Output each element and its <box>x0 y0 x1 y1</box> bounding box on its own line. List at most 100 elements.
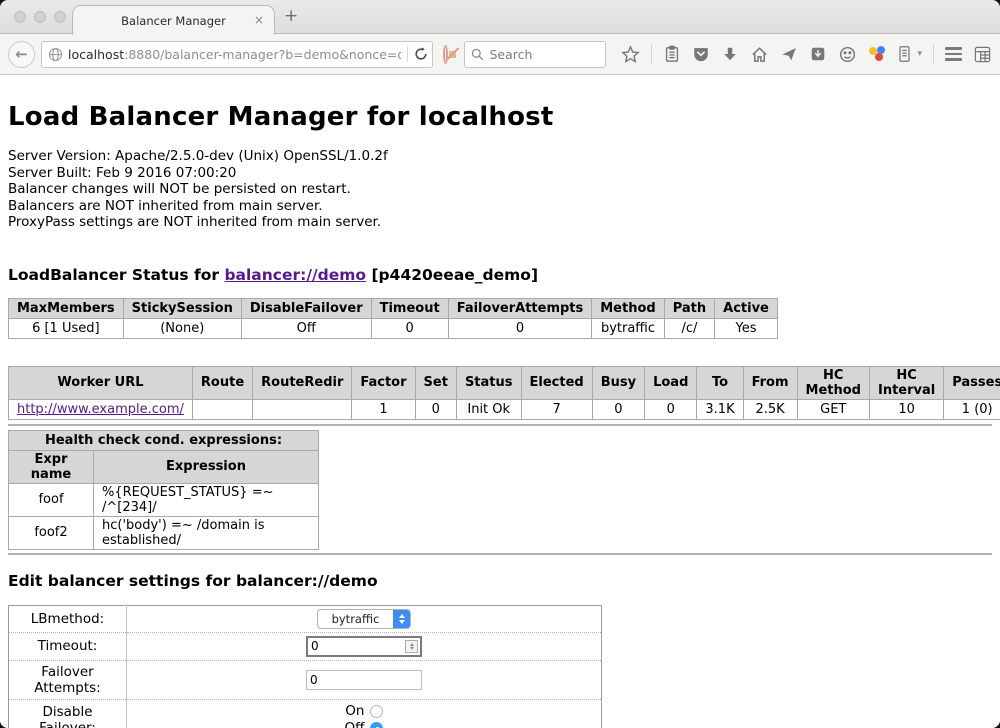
cell-expression: hc('body') =~ /domain is established/ <box>94 516 319 549</box>
col-method: Method <box>592 298 664 318</box>
cell-routeredir <box>253 399 352 419</box>
cell-stickysession: (None) <box>123 318 241 338</box>
timeout-input[interactable] <box>308 639 405 653</box>
disable-failover-off-radio[interactable] <box>370 722 383 728</box>
proxypass-notice-line: ProxyPass settings are NOT inherited fro… <box>8 214 992 231</box>
close-tab-icon[interactable]: × <box>254 13 264 27</box>
col-failoverattempts: FailoverAttempts <box>448 298 592 318</box>
worker-url-link[interactable]: http://www.example.com/ <box>17 402 184 417</box>
lbmethod-row: LBmethod: bytraffic <box>9 605 602 632</box>
server-built-line: Server Built: Feb 9 2016 07:00:20 <box>8 165 992 182</box>
browser-window: Balancer Manager × + ← localhost:8880/ba… <box>0 0 1000 728</box>
url-bar[interactable]: localhost:8880/balancer-manager?b=demo&n… <box>41 41 433 68</box>
status-heading-suffix: [p4420eeae_demo] <box>366 266 538 284</box>
forget-smiley-icon[interactable] <box>838 45 857 64</box>
window-controls <box>14 11 66 23</box>
bookmarks-menu-icon[interactable] <box>663 45 681 63</box>
chevron-down-icon[interactable]: ▾ <box>917 49 922 59</box>
edit-balancer-heading: Edit balancer settings for balancer://de… <box>8 572 992 590</box>
timeout-row: Timeout: <box>9 632 602 660</box>
persist-notice-line: Balancer changes will NOT be persisted o… <box>8 181 992 198</box>
server-version-line: Server Version: Apache/2.5.0-dev (Unix) … <box>8 148 992 165</box>
loadbalancer-status-heading: LoadBalancer Status for balancer://demo … <box>8 266 992 284</box>
balancer-status-table: MaxMembers StickySession DisableFailover… <box>8 298 778 339</box>
content-blocked-icon[interactable] <box>443 45 448 64</box>
zoom-window-button[interactable] <box>54 11 66 23</box>
status-heading-prefix: LoadBalancer Status for <box>8 266 224 284</box>
col-disablefailover: DisableFailover <box>241 298 371 318</box>
back-button[interactable]: ← <box>8 41 35 68</box>
table-header-row: MaxMembers StickySession DisableFailover… <box>9 298 778 318</box>
cell-status: Init Ok <box>456 399 521 419</box>
lbmethod-selected-value: bytraffic <box>318 610 393 628</box>
table-row: 6 [1 Used] (None) Off 0 0 bytraffic /c/ … <box>9 318 778 338</box>
tab-title: Balancer Manager <box>121 14 226 28</box>
url-text[interactable]: localhost:8880/balancer-manager?b=demo&n… <box>68 47 401 62</box>
table-row: foof2 hc('body') =~ /domain is establish… <box>9 516 319 549</box>
failover-attempts-input[interactable] <box>306 670 422 690</box>
tab-bar: Balancer Manager × + <box>0 0 1000 34</box>
new-tab-button[interactable]: + <box>284 6 298 26</box>
tab-balancer-manager[interactable]: Balancer Manager × <box>72 5 275 35</box>
menu-hamburger-icon[interactable] <box>945 47 962 61</box>
col-stickysession: StickySession <box>123 298 241 318</box>
send-tab-icon[interactable] <box>780 45 798 63</box>
navigation-toolbar: ← localhost:8880/balancer-manager?b=demo… <box>0 34 1000 75</box>
cell-route <box>192 399 252 419</box>
reload-icon[interactable] <box>414 47 428 61</box>
radio-on-label: On <box>345 703 364 719</box>
col-load: Load <box>645 366 697 399</box>
table-caption-row: Health check cond. expressions: <box>9 430 319 450</box>
cell-load: 0 <box>645 399 697 419</box>
col-hc-interval: HC Interval <box>869 366 943 399</box>
col-worker-url: Worker URL <box>9 366 193 399</box>
search-input[interactable] <box>489 47 589 62</box>
col-passes: Passes <box>944 366 1000 399</box>
col-expression: Expression <box>94 450 319 483</box>
col-from: From <box>743 366 797 399</box>
failover-attempts-row: Failover Attempts: <box>9 660 602 699</box>
number-spinner-icon[interactable] <box>405 640 418 653</box>
col-routeredir: RouteRedir <box>253 366 352 399</box>
download-icon[interactable] <box>721 45 739 63</box>
minimize-window-button[interactable] <box>34 11 46 23</box>
disable-failover-label: Disable Failover: <box>9 699 127 728</box>
col-busy: Busy <box>592 366 644 399</box>
color-dots-extension-icon[interactable] <box>868 45 886 63</box>
cell-from: 2.5K <box>743 399 797 419</box>
search-bar[interactable] <box>464 41 606 68</box>
cell-method: bytraffic <box>592 318 664 338</box>
close-window-button[interactable] <box>14 11 26 23</box>
save-to-device-icon[interactable] <box>809 45 827 63</box>
col-active: Active <box>715 298 778 318</box>
home-icon[interactable] <box>750 45 769 64</box>
disable-failover-on-radio[interactable] <box>370 705 383 718</box>
cell-timeout: 0 <box>371 318 448 338</box>
bookmark-star-icon[interactable] <box>621 45 640 64</box>
page-content: Load Balancer Manager for localhost Serv… <box>0 75 1000 728</box>
lbmethod-label: LBmethod: <box>9 605 127 632</box>
lbmethod-select[interactable]: bytraffic <box>317 609 411 629</box>
sidebar-grid-icon[interactable] <box>973 45 992 64</box>
balancer-demo-link[interactable]: balancer://demo <box>224 266 366 284</box>
cell-to: 3.1K <box>697 399 743 419</box>
cell-failoverattempts: 0 <box>448 318 592 338</box>
disable-failover-row: Disable Failover: On Off <box>9 699 602 728</box>
col-maxmembers: MaxMembers <box>9 298 124 318</box>
cell-hc-method: GET <box>797 399 869 419</box>
timeout-field-wrap <box>306 636 422 657</box>
col-timeout: Timeout <box>371 298 448 318</box>
inherit-notice-line: Balancers are NOT inherited from main se… <box>8 198 992 215</box>
col-factor: Factor <box>352 366 415 399</box>
cell-expr-name: foof <box>9 483 94 516</box>
url-host: localhost <box>68 47 124 62</box>
section-divider <box>8 553 992 555</box>
cell-factor: 1 <box>352 399 415 419</box>
worker-status-table: Worker URL Route RouteRedir Factor Set S… <box>8 366 1000 420</box>
section-divider <box>8 424 992 426</box>
container-icon[interactable] <box>897 45 912 63</box>
cell-expression: %{REQUEST_STATUS} =~ /^[234]/ <box>94 483 319 516</box>
worker-row: http://www.example.com/ 1 0 Init Ok 7 0 … <box>9 399 1000 419</box>
pocket-icon[interactable] <box>692 45 710 63</box>
urlbar-divider <box>407 46 408 62</box>
